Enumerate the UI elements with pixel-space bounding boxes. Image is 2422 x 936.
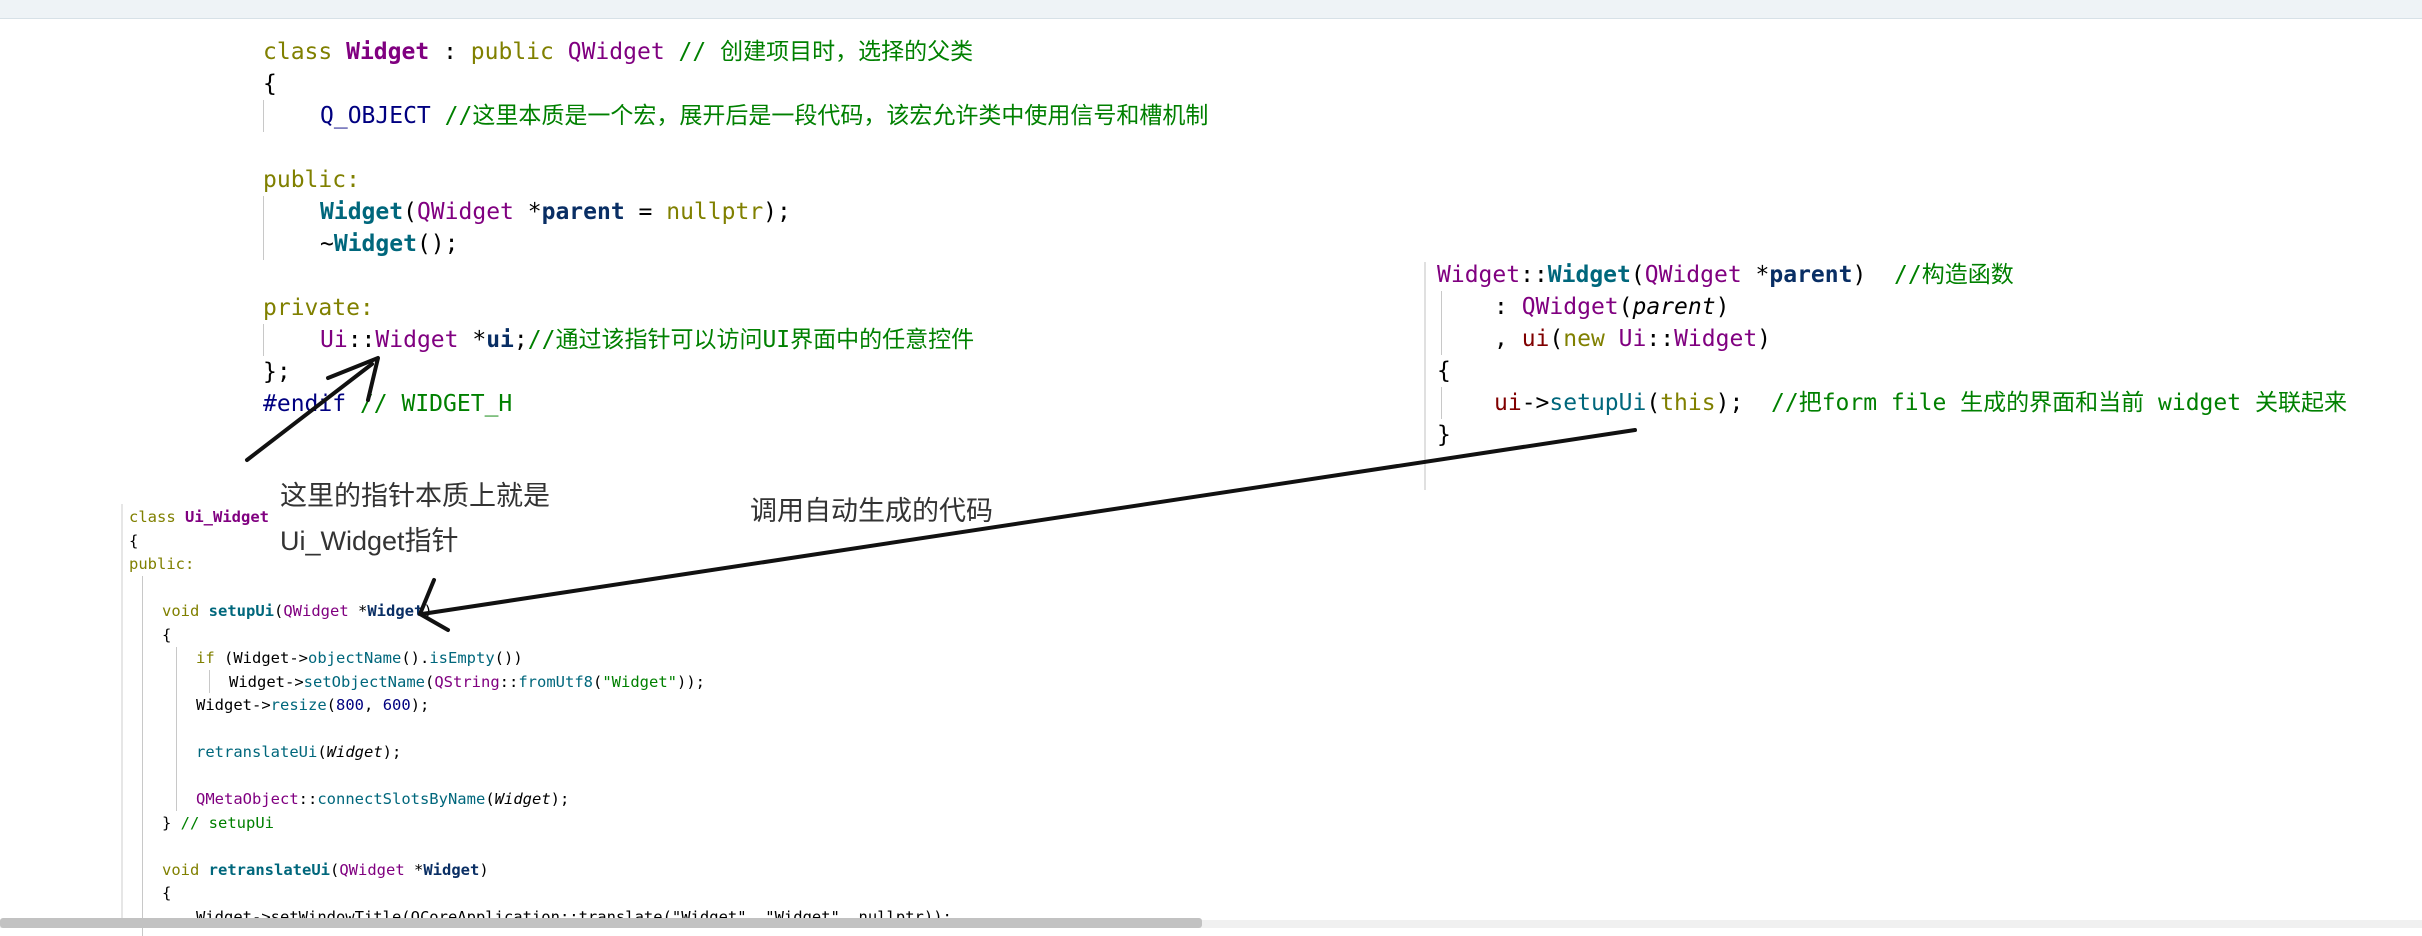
call-arrow-head [418,578,450,632]
horizontal-scrollbar-thumb[interactable] [0,918,1202,928]
call-arrow-line [420,428,1637,616]
annotation-arrows [245,356,1637,632]
pointer-arrow-line [245,362,374,462]
